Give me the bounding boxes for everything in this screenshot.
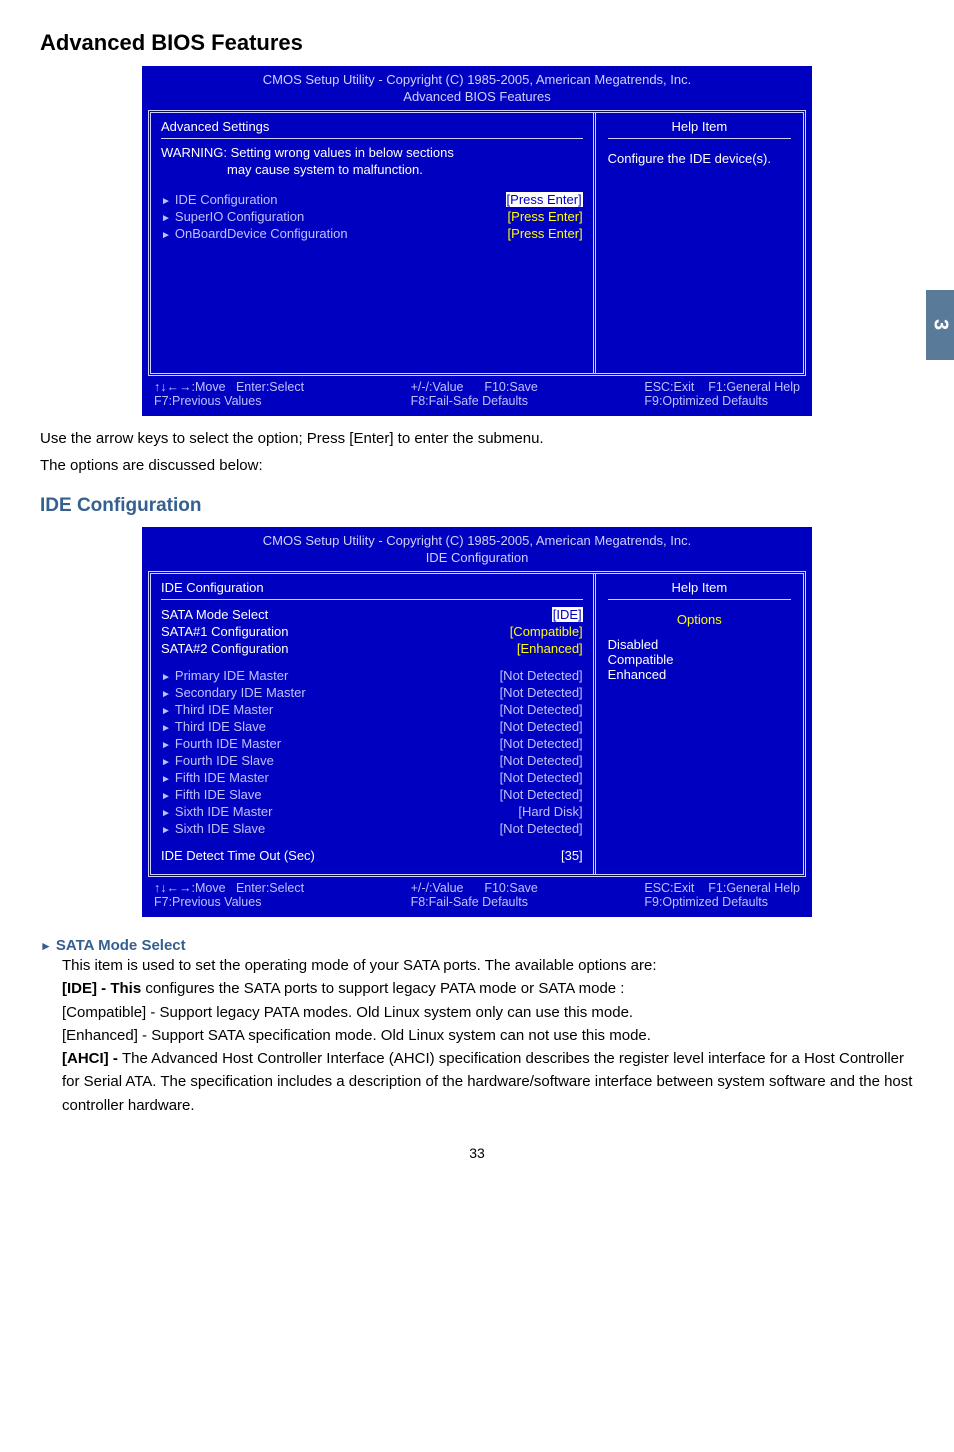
bios1-footer-left: ↑↓←→:Move Enter:Select F7:Previous Value…	[154, 380, 304, 408]
bios1-title1: CMOS Setup Utility - Copyright (C) 1985-…	[144, 68, 810, 89]
bios2-ide-label: Third IDE Slave	[161, 719, 266, 734]
triangle-icon	[40, 937, 56, 954]
bios2-ide-value: [Not Detected]	[500, 736, 583, 751]
bios2-top-label: SATA Mode Select	[161, 607, 268, 622]
bios2-ide-label: Sixth IDE Master	[161, 804, 272, 819]
bios1-warning: WARNING: Setting wrong values in below s…	[161, 145, 583, 179]
bios2-ide-value: [Not Detected]	[500, 787, 583, 802]
bios2-option: Compatible	[608, 652, 791, 667]
bios1-footer: ↑↓←→:Move Enter:Select F7:Previous Value…	[144, 376, 810, 414]
bios1-warning-line1: WARNING: Setting wrong values in below s…	[161, 145, 583, 162]
page-side-tab: 3	[926, 290, 954, 360]
bios1-item-row: OnBoardDevice Configuration [Press Enter]	[161, 225, 583, 242]
bios1-item-label: IDE Configuration	[161, 192, 278, 207]
bios2-help-title: Help Item	[608, 580, 791, 600]
heading-advanced-bios: Advanced BIOS Features	[40, 30, 914, 56]
bios2-top-row: SATA#2 Configuration [Enhanced]	[161, 640, 583, 657]
bios2-ide-row: Fourth IDE Master [Not Detected]	[161, 735, 583, 752]
bios2-ide-row: Fourth IDE Slave [Not Detected]	[161, 752, 583, 769]
bios2-timeout-value: [35]	[561, 848, 583, 863]
bios1-title2: Advanced BIOS Features	[144, 89, 810, 110]
bios2-timeout-row: IDE Detect Time Out (Sec) [35]	[161, 847, 583, 864]
bios2-ide-row: Sixth IDE Slave [Not Detected]	[161, 820, 583, 837]
bios2-ide-label: Third IDE Master	[161, 702, 273, 717]
bios2-ide-value: [Not Detected]	[500, 668, 583, 683]
body-text-2: The options are discussed below:	[40, 455, 914, 478]
bios1-help-text: Configure the IDE device(s).	[608, 151, 791, 168]
bios2-footer-mid: +/-/:Value F10:Save F8:Fail-Safe Default…	[411, 881, 538, 909]
bios2-ide-label: Primary IDE Master	[161, 668, 288, 683]
bios2-ide-label: Fifth IDE Master	[161, 770, 269, 785]
bios1-item-row: SuperIO Configuration [Press Enter]	[161, 208, 583, 225]
desc-line4: [Enhanced] - Support SATA specification …	[62, 1024, 914, 1047]
bios2-top-label: SATA#2 Configuration	[161, 641, 288, 656]
bios1-warning-line2: may cause system to malfunction.	[227, 162, 583, 179]
desc-line5-rest: The Advanced Host Controller Interface (…	[62, 1050, 912, 1114]
bios2-ide-row: Third IDE Slave [Not Detected]	[161, 718, 583, 735]
bios2-footer-right: ESC:Exit F1:General Help F9:Optimized De…	[644, 881, 800, 909]
bios2-left-header: IDE Configuration	[161, 580, 583, 600]
bios2-ide-value: [Not Detected]	[500, 702, 583, 717]
sata-mode-select-heading: SATA Mode Select	[40, 937, 914, 954]
bios2-top-value: [Enhanced]	[517, 641, 583, 656]
bios1-footer-mid: +/-/:Value F10:Save F8:Fail-Safe Default…	[411, 380, 538, 408]
bios2-footer: ↑↓←→:Move Enter:Select F7:Previous Value…	[144, 877, 810, 915]
bios2-ide-value: [Not Detected]	[500, 821, 583, 836]
bios2-ide-value: [Not Detected]	[500, 685, 583, 700]
desc-line2-rest: configures the SATA ports to support leg…	[141, 980, 624, 997]
bios1-item-value: [Press Enter]	[508, 226, 583, 241]
bios2-top-value: [IDE]	[552, 607, 583, 622]
desc-line5-bold: [AHCI] -	[62, 1050, 122, 1067]
bios2-top-label: SATA#1 Configuration	[161, 624, 288, 639]
bios2-timeout-label: IDE Detect Time Out (Sec)	[161, 848, 315, 863]
desc-line2-bold: [IDE] - This	[62, 980, 141, 997]
bios1-footer-right: ESC:Exit F1:General Help F9:Optimized De…	[644, 380, 800, 408]
bios1-help-title: Help Item	[608, 119, 791, 139]
bios1-left-header: Advanced Settings	[161, 119, 583, 139]
bios2-ide-row: Fifth IDE Slave [Not Detected]	[161, 786, 583, 803]
desc-line3: [Compatible] - Support legacy PATA modes…	[62, 1001, 914, 1024]
bios2-title2: IDE Configuration	[144, 550, 810, 571]
bios2-footer-left: ↑↓←→:Move Enter:Select F7:Previous Value…	[154, 881, 304, 909]
bios2-top-row: SATA#1 Configuration [Compatible]	[161, 623, 583, 640]
bios1-item-value: [Press Enter]	[506, 192, 583, 207]
bios2-ide-value: [Not Detected]	[500, 770, 583, 785]
bios2-ide-label: Fourth IDE Master	[161, 736, 281, 751]
bios2-ide-value: [Not Detected]	[500, 719, 583, 734]
bios1-item-label: OnBoardDevice Configuration	[161, 226, 348, 241]
bios2-option: Enhanced	[608, 667, 791, 682]
bios2-ide-row: Sixth IDE Master [Hard Disk]	[161, 803, 583, 820]
bios2-options-header: Options	[608, 612, 791, 627]
bios2-top-value: [Compatible]	[510, 624, 583, 639]
page-number: 33	[40, 1145, 914, 1161]
bios1-item-label: SuperIO Configuration	[161, 209, 304, 224]
heading-ide-config: IDE Configuration	[40, 495, 914, 517]
desc-line2: [IDE] - This configures the SATA ports t…	[62, 977, 914, 1000]
sata-head-text: SATA Mode Select	[56, 937, 186, 954]
desc-line5: [AHCI] - The Advanced Host Controller In…	[62, 1047, 914, 1117]
bios2-ide-row: Fifth IDE Master [Not Detected]	[161, 769, 583, 786]
bios2-ide-value: [Hard Disk]	[518, 804, 582, 819]
bios2-ide-label: Secondary IDE Master	[161, 685, 306, 700]
bios2-ide-label: Fourth IDE Slave	[161, 753, 274, 768]
bios1-item-row: IDE Configuration [Press Enter]	[161, 191, 583, 208]
bios2-ide-value: [Not Detected]	[500, 753, 583, 768]
bios2-option: Disabled	[608, 637, 791, 652]
bios2-ide-row: Secondary IDE Master [Not Detected]	[161, 684, 583, 701]
bios-screenshot-advanced: CMOS Setup Utility - Copyright (C) 1985-…	[142, 66, 812, 416]
sata-description: This item is used to set the operating m…	[62, 954, 914, 1117]
bios-screenshot-ide: CMOS Setup Utility - Copyright (C) 1985-…	[142, 527, 812, 917]
bios1-item-value: [Press Enter]	[508, 209, 583, 224]
body-text-1: Use the arrow keys to select the option;…	[40, 428, 914, 451]
bios2-ide-label: Sixth IDE Slave	[161, 821, 265, 836]
bios2-top-row: SATA Mode Select [IDE]	[161, 606, 583, 623]
bios2-ide-label: Fifth IDE Slave	[161, 787, 262, 802]
bios2-ide-row: Primary IDE Master [Not Detected]	[161, 667, 583, 684]
bios2-title1: CMOS Setup Utility - Copyright (C) 1985-…	[144, 529, 810, 550]
desc-line1: This item is used to set the operating m…	[62, 954, 914, 977]
bios2-ide-row: Third IDE Master [Not Detected]	[161, 701, 583, 718]
